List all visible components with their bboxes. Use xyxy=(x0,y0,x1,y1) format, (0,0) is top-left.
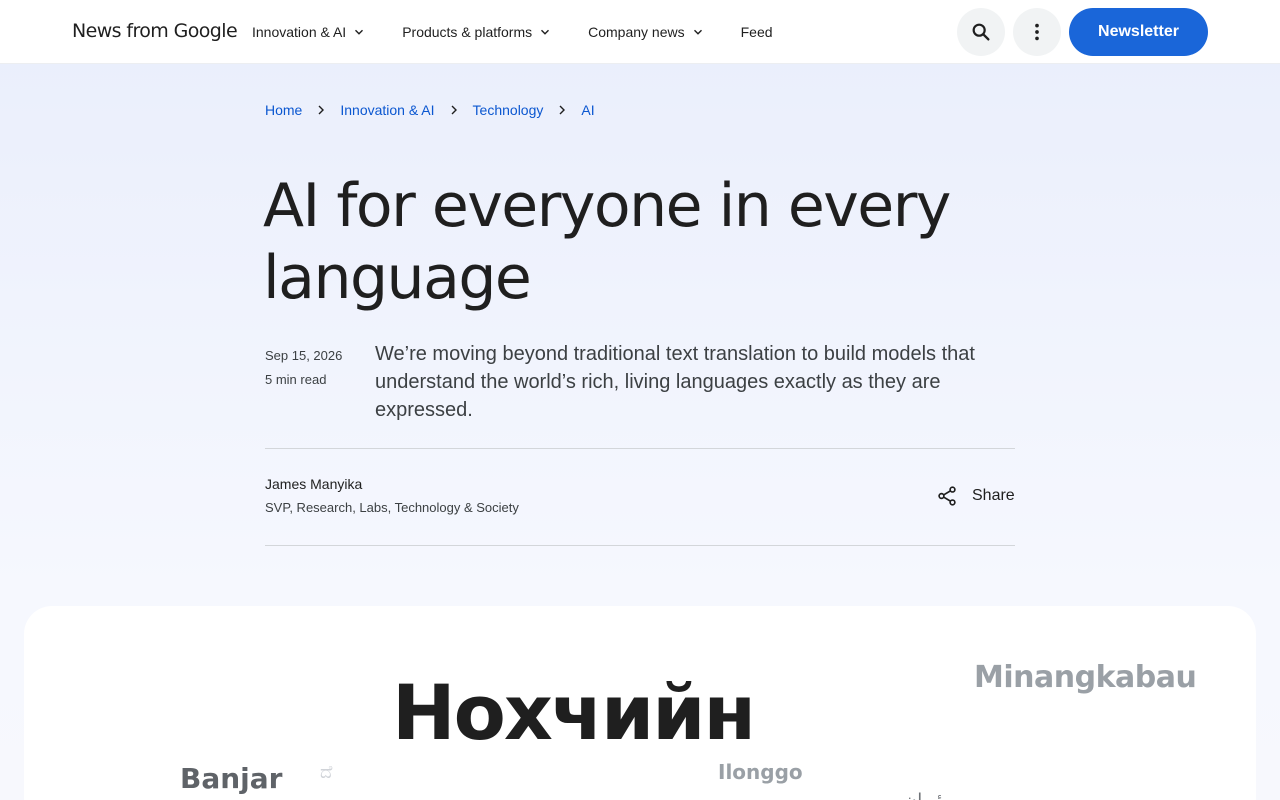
share-label: Share xyxy=(972,487,1015,504)
chevron-right-icon xyxy=(559,105,566,115)
chevron-down-icon xyxy=(541,29,550,35)
newsletter-button[interactable]: Newsletter xyxy=(1069,8,1208,56)
divider xyxy=(265,545,1015,546)
author-name[interactable]: James Manyika xyxy=(265,476,362,492)
nav-item-label: Feed xyxy=(740,24,773,40)
site-logo[interactable]: News from Google xyxy=(72,20,238,42)
share-button[interactable]: Share xyxy=(936,485,1015,507)
nav-item-label: Company news xyxy=(588,24,685,40)
more-vert-icon xyxy=(1035,23,1039,41)
breadcrumb: Home Innovation & AI Technology AI xyxy=(265,102,595,118)
nav-item-feed[interactable]: Feed xyxy=(741,24,773,40)
nav-item-label: Innovation & AI xyxy=(252,24,347,40)
breadcrumb-ai[interactable]: AI xyxy=(581,102,594,118)
top-navigation-bar: News from Google Innovation & AI Product… xyxy=(0,0,1280,64)
hero-language-card: Нохчийн Minangkabau Banjar ದೆ Ilonggo ئی… xyxy=(24,606,1256,800)
nav-item-products-platforms[interactable]: Products & platforms xyxy=(402,24,552,40)
hero-word-chechen: Нохчийн xyxy=(392,668,756,757)
chevron-down-icon xyxy=(693,29,702,35)
hero-word-faint: ದೆ xyxy=(320,762,333,783)
hero-word-minangkabau: Minangkabau xyxy=(974,660,1197,695)
search-button[interactable] xyxy=(957,8,1005,56)
breadcrumb-innovation-ai[interactable]: Innovation & AI xyxy=(340,102,434,118)
chevron-down-icon xyxy=(355,29,364,35)
breadcrumb-home[interactable]: Home xyxy=(265,102,302,118)
more-options-button[interactable] xyxy=(1013,8,1061,56)
breadcrumb-technology[interactable]: Technology xyxy=(473,102,544,118)
hero-word-ilonggo: Ilonggo xyxy=(718,760,803,784)
article-read-time: 5 min read xyxy=(265,372,327,387)
article-date: Sep 15, 2026 xyxy=(265,348,343,363)
nav-item-company-news[interactable]: Company news xyxy=(588,24,705,40)
article-meta: Sep 15, 2026 5 min read xyxy=(265,344,342,392)
divider xyxy=(265,448,1015,449)
article-summary: We’re moving beyond traditional text tra… xyxy=(375,343,975,421)
chevron-right-icon xyxy=(451,105,457,115)
nav-item-innovation-ai[interactable]: Innovation & AI xyxy=(252,24,366,40)
author-role: SVP, Research, Labs, Technology & Societ… xyxy=(265,500,519,515)
main-nav: Innovation & AI Products & platforms Com… xyxy=(252,0,809,64)
hero-word-partial: ئیوان xyxy=(904,790,942,800)
search-icon xyxy=(972,23,990,41)
share-icon xyxy=(938,486,956,506)
article-title: AI for everyone in every language xyxy=(263,171,951,313)
nav-item-label: Products & platforms xyxy=(402,24,533,40)
chevron-right-icon xyxy=(318,105,325,115)
hero-word-banjar: Banjar xyxy=(180,762,283,795)
